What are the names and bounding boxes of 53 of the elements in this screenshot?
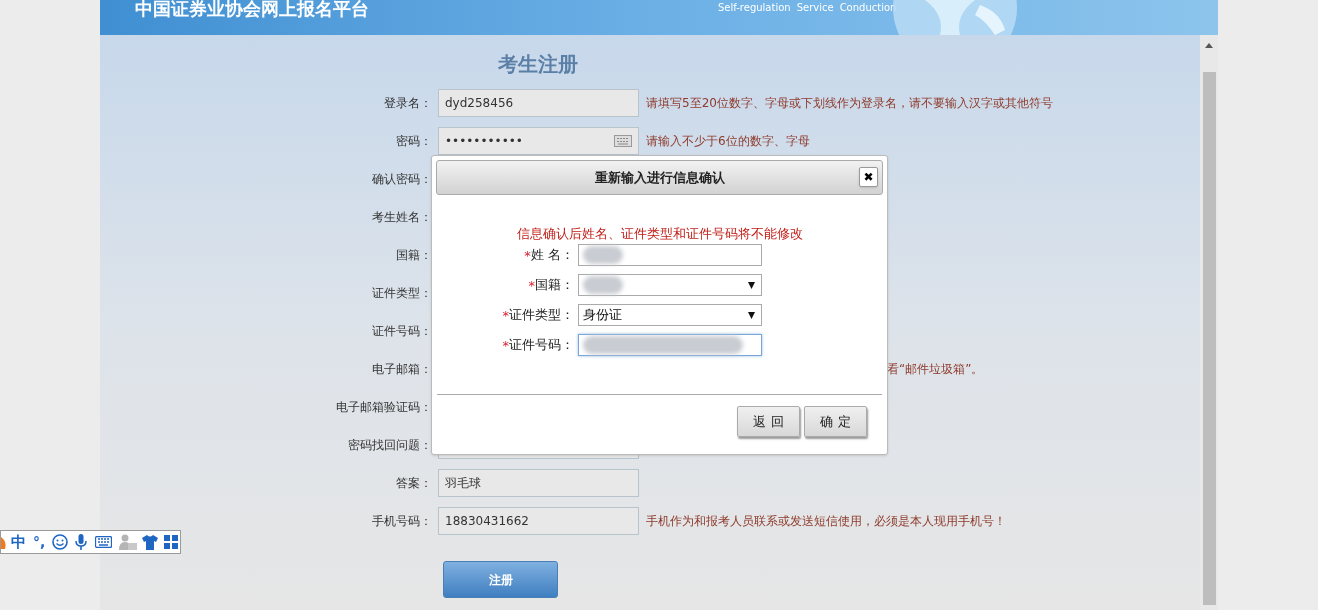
input-mode-toggle[interactable]: 中 — [11, 534, 26, 550]
scroll-thumb[interactable] — [1202, 72, 1216, 605]
hint-text: 看“邮件垃圾箱”。 — [887, 361, 984, 378]
required-mark: * — [502, 308, 509, 322]
keyboard-icon[interactable] — [614, 135, 632, 147]
dialog-button[interactable]: 返 回 — [737, 406, 800, 437]
page-title: 考生注册 — [498, 51, 579, 78]
field-label: 证件号码： — [371, 323, 432, 340]
shirt-icon[interactable] — [142, 534, 159, 550]
keyboard-icon[interactable] — [95, 536, 113, 548]
warning-text: 信息确认后姓名、证件类型和证件号码将不能修改 — [515, 226, 804, 242]
required-mark: * — [524, 248, 531, 262]
grid-icon[interactable] — [164, 535, 179, 549]
field-label: 国籍： — [535, 276, 574, 295]
dialog-title: 重新输入进行信息确认 — [594, 168, 725, 187]
field-label: 密码找回问题： — [347, 437, 432, 454]
input-field[interactable]: dyd258456 — [438, 89, 639, 117]
field-label: 手机号码： — [371, 513, 432, 530]
hint-text: 手机作为和报考人员联系或发送短信使用，必须是本人现用手机号！ — [646, 513, 1006, 530]
input-field[interactable]: 18830431662 — [438, 507, 639, 535]
input-field[interactable] — [578, 244, 762, 266]
field-label: 考生姓名： — [371, 209, 432, 226]
dropdown-arrow-icon[interactable] — [748, 312, 755, 319]
field-label: 证件类型： — [371, 285, 432, 302]
flame-icon[interactable] — [1, 535, 6, 549]
microphone-icon[interactable] — [75, 534, 88, 550]
dialog-button[interactable]: 确 定 — [804, 406, 867, 437]
dropdown[interactable]: 身份证 — [578, 304, 762, 326]
hint-text: 请填写5至20位数字、字母或下划线作为登录名，请不要输入汉字或其他符号 — [646, 95, 1053, 112]
field-label: 姓 名： — [530, 246, 574, 265]
field-label: 电子邮箱： — [371, 361, 432, 378]
input-field[interactable] — [578, 334, 762, 356]
field-label: 登录名： — [383, 95, 432, 112]
blurred-text — [583, 276, 623, 294]
input-field[interactable]: 羽毛球 — [438, 469, 639, 497]
smiley-icon[interactable] — [52, 534, 69, 550]
required-mark: * — [502, 338, 509, 352]
dropdown-arrow-icon[interactable] — [748, 282, 755, 289]
password-field[interactable]: ••••••••••• — [438, 127, 639, 155]
field-label: 确认密码： — [371, 171, 432, 188]
field-label: 国籍： — [395, 247, 432, 264]
close-button[interactable]: ✖ — [859, 167, 878, 187]
field-label: 电子邮箱验证码： — [335, 399, 432, 416]
site-title: 中国证券业协会网上报名平台 — [135, 0, 369, 21]
hint-text: 请输入不少于6位的数字、字母 — [646, 133, 810, 150]
blurred-text — [583, 246, 623, 264]
field-label: 答案： — [395, 475, 432, 492]
punctuation-toggle[interactable]: °, — [33, 535, 46, 549]
field-label: 证件号码： — [509, 336, 574, 355]
scroll-up-icon[interactable] — [1205, 43, 1213, 48]
field-label: 证件类型： — [509, 306, 574, 325]
field-label: 密码： — [395, 133, 432, 150]
required-mark: * — [528, 278, 535, 292]
